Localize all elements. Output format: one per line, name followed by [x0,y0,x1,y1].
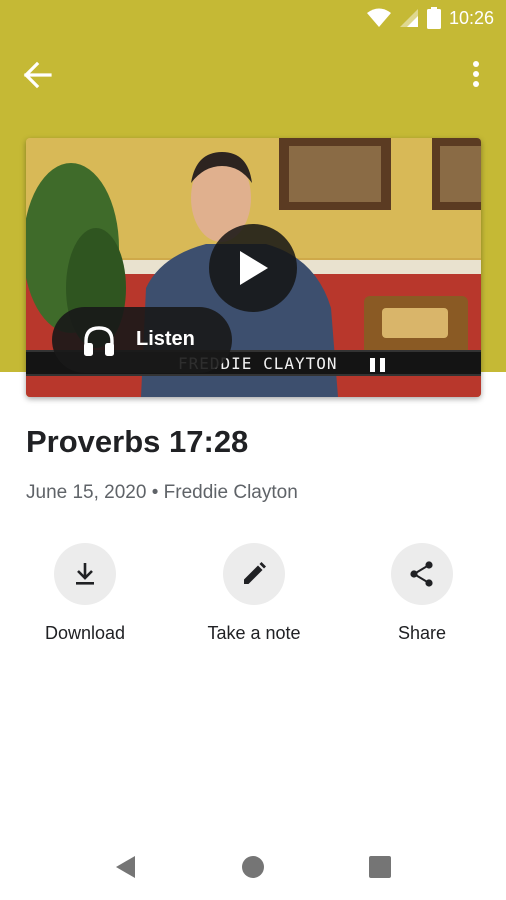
pencil-icon [244,562,266,584]
share-icon [410,561,433,587]
sermon-meta: June 15, 2020 • Freddie Clayton [26,482,298,503]
download-label: Download [44,623,126,643]
system-nav-bar [0,836,506,896]
video-thumbnail[interactable]: FREDDIE CLAYTON Listen [26,138,481,397]
app-bar [0,50,506,98]
status-time: 10:26 [448,7,494,28]
home-circle-icon [242,856,264,878]
play-button[interactable] [209,224,297,312]
cell-signal-icon [399,9,418,27]
status-icons: 10:26 [366,6,494,30]
wifi-icon [366,8,391,27]
nav-back-button[interactable] [112,852,142,882]
listen-button[interactable]: Listen [52,307,232,373]
share-action[interactable]: Share [352,543,492,653]
status-bar: 10:26 [0,0,506,36]
take-note-label: Take a note [207,623,301,643]
share-button[interactable] [391,543,453,605]
download-button[interactable] [54,543,116,605]
share-label: Share [397,623,447,643]
nav-home-button[interactable] [238,852,268,882]
recents-square-icon [369,856,391,878]
overlay-marker-icon [370,358,385,372]
download-icon [76,563,94,585]
take-note-button[interactable] [223,543,285,605]
arrow-back-icon [23,61,52,89]
battery-icon [426,7,441,29]
nav-recents-button[interactable] [365,852,395,882]
sermon-title: Proverbs 17:28 [26,424,249,459]
play-icon [240,251,268,285]
more-vert-icon [473,61,479,87]
headphones-icon [84,326,114,356]
back-triangle-icon [116,856,135,878]
take-note-action[interactable]: Take a note [184,543,324,653]
download-action[interactable]: Download [15,543,155,653]
more-options-button[interactable] [466,58,486,90]
listen-label: Listen [136,328,195,350]
back-button[interactable] [22,60,56,90]
